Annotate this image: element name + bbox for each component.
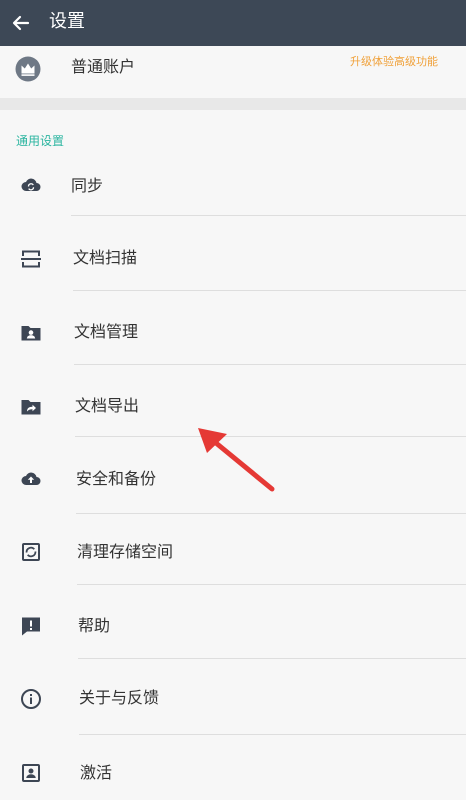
clean-storage-icon (18, 539, 44, 565)
menu-item-scan[interactable]: 文档扫描 (0, 224, 466, 298)
folder-person-icon (18, 320, 44, 346)
feedback-icon (18, 613, 44, 639)
scan-icon (18, 246, 44, 272)
settings-menu-list: 同步 文档扫描 文档管理 文档导出 安全和备份 清理存储空间 帮助 关于与反馈 … (0, 0, 466, 800)
menu-separator (79, 734, 466, 735)
menu-item-help[interactable]: 帮助 (0, 594, 466, 668)
menu-separator (78, 658, 466, 659)
menu-separator (77, 584, 466, 585)
menu-separator (71, 215, 466, 216)
menu-item-sync[interactable]: 同步 (0, 150, 466, 224)
menu-item-label: 帮助 (78, 616, 111, 635)
menu-item-label: 清理存储空间 (77, 542, 174, 561)
menu-item-label: 文档导出 (75, 396, 140, 415)
menu-item-label: 激活 (80, 763, 113, 782)
menu-item-manage[interactable]: 文档管理 (0, 298, 466, 372)
menu-separator (74, 364, 466, 365)
menu-separator (76, 513, 466, 514)
menu-item-storage[interactable]: 清理存储空间 (0, 520, 466, 594)
account-box-icon (18, 760, 44, 786)
menu-item-label: 文档扫描 (73, 248, 138, 267)
menu-item-label: 关于与反馈 (79, 688, 160, 707)
menu-item-label: 文档管理 (74, 322, 139, 341)
settings-screen: 设置 普通账户 升级体验高级功能 通用设置 同步 文档扫描 文档管理 文档导出 … (0, 0, 466, 800)
cloud-sync-icon (18, 172, 44, 198)
menu-item-label: 同步 (71, 176, 104, 195)
folder-share-icon (18, 394, 44, 420)
menu-separator (73, 290, 466, 291)
cloud-upload-icon (18, 466, 44, 492)
menu-item-export[interactable]: 文档导出 (0, 372, 466, 446)
menu-item-about[interactable]: 关于与反馈 (0, 668, 466, 742)
menu-item-backup[interactable]: 安全和备份 (0, 446, 466, 520)
menu-separator (75, 436, 466, 437)
menu-item-activate[interactable]: 激活 (0, 742, 466, 800)
info-icon (18, 686, 44, 712)
menu-item-label: 安全和备份 (76, 469, 157, 488)
